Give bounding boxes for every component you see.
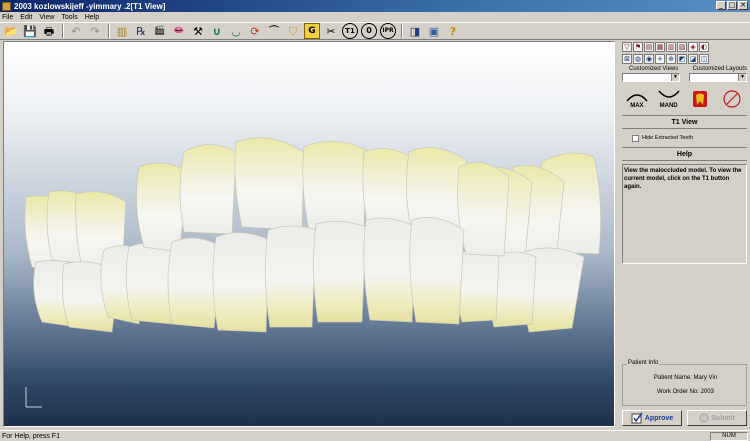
tooth-select-button[interactable] bbox=[686, 86, 714, 112]
model-icon[interactable]: ▥ bbox=[114, 23, 130, 39]
chevron-down-icon: ▼ bbox=[738, 74, 746, 81]
tool-icon[interactable]: ⚒ bbox=[190, 23, 206, 39]
customized-views-dropdown[interactable]: ▼ bbox=[622, 73, 680, 82]
tooth-icon[interactable]: ⛉ bbox=[285, 23, 301, 39]
print-icon[interactable]: 🖶 bbox=[41, 23, 57, 39]
num-lock-indicator: NUM bbox=[710, 432, 748, 441]
open-icon[interactable]: 📂 bbox=[3, 23, 19, 39]
3d-model-viewport[interactable] bbox=[3, 41, 615, 427]
maximize-button[interactable]: □ bbox=[727, 1, 737, 10]
patient-info-group: Patient Info Patient Name: Mary Vin Work… bbox=[622, 360, 747, 406]
view-preset-icon[interactable]: ⚑ bbox=[633, 41, 643, 52]
camera-tool-icon[interactable]: ◉ bbox=[644, 53, 654, 64]
hide-extracted-label: Hide Extracted Teeth bbox=[642, 135, 693, 141]
help-box: View the maloccluded model. To view the … bbox=[622, 164, 747, 264]
grid-arch-icon[interactable]: ◡ bbox=[228, 23, 244, 39]
camera-tool-icon[interactable]: ⊕ bbox=[666, 53, 676, 64]
patient-info-legend: Patient Info bbox=[627, 360, 660, 366]
minimize-button[interactable]: _ bbox=[716, 1, 726, 10]
patient-name: Patient Name: Mary Vin bbox=[653, 375, 718, 381]
menu-file[interactable]: File bbox=[2, 14, 13, 21]
dental-model bbox=[24, 137, 601, 408]
status-bar: For Help, press F1 NUM bbox=[0, 430, 750, 441]
camera-tool-icon[interactable]: ◍ bbox=[633, 53, 643, 64]
toolbar: 📂 💾 🖶 ↶ ↷ ▥ ℞ 🎬 👄 ⚒ ∪ ◡ ⟳ ⏜ ⛉ G ✂ T1 0 I… bbox=[0, 22, 750, 40]
hide-extracted-checkbox[interactable] bbox=[632, 134, 639, 142]
status-help-text: For Help, press F1 bbox=[2, 432, 60, 440]
scissors-icon[interactable]: ✂ bbox=[323, 23, 339, 39]
g-icon[interactable]: G bbox=[304, 23, 320, 39]
t1-view-header: T1 View bbox=[622, 115, 747, 129]
chevron-down-icon: ▼ bbox=[671, 74, 679, 81]
customized-views-label: Customized Views bbox=[629, 66, 679, 72]
save-icon[interactable]: 💾 bbox=[22, 23, 38, 39]
customized-layouts-label: Customized Layouts bbox=[692, 66, 747, 72]
toolbar-separator bbox=[108, 24, 110, 38]
rotate-icon[interactable]: ⟳ bbox=[247, 23, 263, 39]
camera-tool-icon[interactable]: + bbox=[655, 53, 665, 64]
ipr-icon[interactable]: IPR bbox=[380, 23, 396, 39]
camera-tool-icon[interactable]: ◪ bbox=[688, 53, 698, 64]
menu-help[interactable]: Help bbox=[85, 14, 99, 21]
view-preset-icon[interactable]: ▽ bbox=[622, 41, 632, 52]
help-text: View the maloccluded model. To view the … bbox=[624, 168, 742, 190]
side-panel: ▽ ⚑ ▤ ▦ ▥ ▧ ◈ ◐ ⊠ ◍ ◉ + ⊕ ◩ ◪ ◫ Customiz… bbox=[619, 41, 750, 427]
menu-bar: File Edit View Tools Help bbox=[0, 12, 750, 22]
toolbar-separator bbox=[401, 24, 403, 38]
t1-icon[interactable]: T1 bbox=[342, 23, 358, 39]
submit-button[interactable]: Submit bbox=[687, 410, 747, 426]
display-icon[interactable]: ▣ bbox=[426, 23, 442, 39]
clapper-icon[interactable]: 🎬 bbox=[152, 23, 168, 39]
axis-indicator bbox=[25, 387, 42, 408]
title-bar: 2003 kozlowskijeff -yimmary .2[T1 View] … bbox=[0, 0, 750, 12]
approve-icon bbox=[631, 412, 643, 424]
view-preset-icon[interactable]: ▤ bbox=[644, 41, 654, 52]
redo-icon[interactable]: ↷ bbox=[87, 23, 103, 39]
view-preset-icon[interactable]: ▧ bbox=[677, 41, 687, 52]
prescription-icon[interactable]: ℞ bbox=[133, 23, 149, 39]
app-icon bbox=[2, 1, 11, 11]
help-icon[interactable]: ? bbox=[445, 23, 461, 39]
help-header: Help bbox=[622, 147, 747, 161]
max-arch-button[interactable]: MAX bbox=[623, 86, 651, 112]
camera-tool-icon[interactable]: ⊠ bbox=[622, 53, 632, 64]
arch-icon[interactable]: ∪ bbox=[209, 23, 225, 39]
arch-down-icon bbox=[658, 90, 680, 98]
lower-anterior-teeth bbox=[167, 217, 465, 333]
hide-extracted-row[interactable]: Hide Extracted Teeth bbox=[632, 134, 750, 142]
view-preset-icon[interactable]: ◈ bbox=[688, 41, 698, 52]
camera-tool-icon[interactable]: ◩ bbox=[677, 53, 687, 64]
menu-tools[interactable]: Tools bbox=[61, 14, 77, 21]
menu-view[interactable]: View bbox=[39, 14, 54, 21]
aw-icon bbox=[723, 90, 741, 108]
submit-icon bbox=[699, 413, 709, 423]
tooth-color-icon bbox=[693, 91, 708, 107]
app-window: 2003 kozlowskijeff -yimmary .2[T1 View] … bbox=[0, 0, 750, 441]
view-icons-row-1: ▽ ⚑ ▤ ▦ ▥ ▧ ◈ ◐ bbox=[622, 41, 750, 52]
occlusion-icon[interactable]: ⏜ bbox=[266, 23, 282, 39]
close-button[interactable]: ✕ bbox=[738, 1, 748, 10]
work-order: Work Order No: 2003 bbox=[657, 389, 714, 395]
zero-icon[interactable]: 0 bbox=[361, 23, 377, 39]
toolbar-separator bbox=[62, 24, 64, 38]
compare-icon[interactable]: ◨ bbox=[407, 23, 423, 39]
camera-tool-icon[interactable]: ◫ bbox=[699, 53, 709, 64]
lips-icon[interactable]: 👄 bbox=[171, 23, 187, 39]
arch-up-icon bbox=[626, 94, 648, 102]
approve-button[interactable]: Approve bbox=[622, 410, 682, 426]
window-title: 2003 kozlowskijeff -yimmary .2[T1 View] bbox=[14, 1, 166, 11]
menu-edit[interactable]: Edit bbox=[20, 14, 32, 21]
mand-arch-button[interactable]: MAND bbox=[655, 86, 683, 112]
view-icons-row-2: ⊠ ◍ ◉ + ⊕ ◩ ◪ ◫ bbox=[622, 53, 750, 64]
aw-button[interactable] bbox=[718, 86, 746, 112]
view-preset-icon[interactable]: ▥ bbox=[666, 41, 676, 52]
view-preset-icon[interactable]: ▦ bbox=[655, 41, 665, 52]
customized-layouts-dropdown[interactable]: ▼ bbox=[689, 73, 747, 82]
undo-icon[interactable]: ↶ bbox=[68, 23, 84, 39]
view-preset-icon[interactable]: ◐ bbox=[699, 41, 709, 52]
